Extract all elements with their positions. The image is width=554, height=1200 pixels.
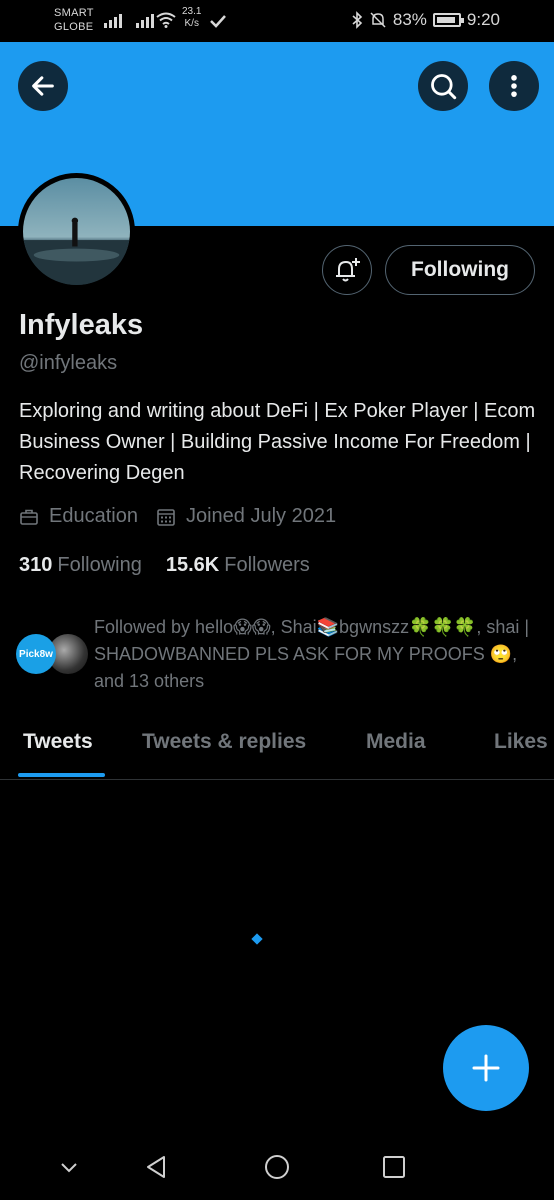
more-vertical-icon (511, 75, 517, 97)
following-button[interactable]: Following (385, 245, 535, 295)
back-button[interactable] (18, 61, 68, 111)
briefcase-icon (20, 509, 38, 525)
status-bar: SMART GLOBE 23.1 K/s 83% 9:20 (0, 0, 554, 42)
arrow-left-icon (32, 76, 54, 96)
category: Education (19, 505, 138, 528)
more-button[interactable] (489, 61, 539, 111)
nav-collapse-button[interactable] (54, 1152, 84, 1182)
square-recents-icon (383, 1156, 405, 1178)
compose-tweet-button[interactable] (443, 1025, 529, 1111)
tab-media[interactable]: Media (366, 730, 426, 754)
mute-bell-icon (370, 12, 386, 28)
tab-tweets[interactable]: Tweets (23, 730, 93, 754)
calendar-icon (157, 508, 175, 526)
circle-home-icon (265, 1155, 289, 1179)
profile-meta: Education Joined July 2021 (19, 505, 354, 528)
nav-home-button[interactable] (262, 1152, 292, 1182)
search-button[interactable] (418, 61, 468, 111)
follow-stats: 310 Following 15.6K Followers (19, 554, 310, 577)
avatar-image (23, 178, 130, 285)
battery-percent: 83% (392, 10, 427, 29)
profile-bio: Exploring and writing about DeFi | Ex Po… (19, 400, 536, 484)
triangle-back-icon (147, 1156, 165, 1178)
join-date: Joined July 2021 (156, 505, 336, 528)
followers-count-link[interactable]: 15.6K Followers (166, 554, 310, 577)
follower-avatar: Pick8w (16, 634, 56, 674)
tab-tweets-replies[interactable]: Tweets & replies (142, 730, 306, 754)
signal-icon-2 (136, 12, 154, 28)
profile-handle: @infyleaks (19, 352, 118, 374)
profile-tabs: Tweets Tweets & replies Media Likes (0, 712, 554, 780)
following-count-link[interactable]: 310 Following (19, 554, 142, 577)
notifications-button[interactable] (322, 245, 372, 295)
carrier-label: SMART GLOBE (54, 7, 94, 33)
net-speed: 23.1 K/s (182, 6, 202, 29)
signal-icon (104, 12, 122, 28)
clock: 9:20 (466, 10, 500, 29)
followed-by-text: Followed by hello😱😱, Shai📚bgwnszz🍀🍀🍀, sh… (94, 617, 530, 691)
bluetooth-icon (352, 11, 363, 29)
nav-back-button[interactable] (142, 1152, 172, 1182)
profile-name: Infyleaks (19, 309, 144, 341)
battery-icon (432, 13, 464, 27)
chevron-down-icon (61, 1163, 77, 1173)
bell-plus-icon (336, 258, 360, 282)
system-nav-bar (0, 1130, 554, 1200)
nav-recents-button[interactable] (379, 1152, 409, 1182)
wifi-icon (156, 12, 176, 28)
right-status: 83% 9:20 (351, 10, 500, 30)
loading-spinner (251, 933, 263, 945)
check-icon (210, 15, 226, 28)
active-tab-indicator (18, 773, 105, 777)
search-icon (431, 74, 457, 100)
tab-likes[interactable]: Likes (494, 730, 548, 754)
profile-avatar[interactable] (18, 173, 135, 290)
plus-icon (472, 1054, 500, 1082)
